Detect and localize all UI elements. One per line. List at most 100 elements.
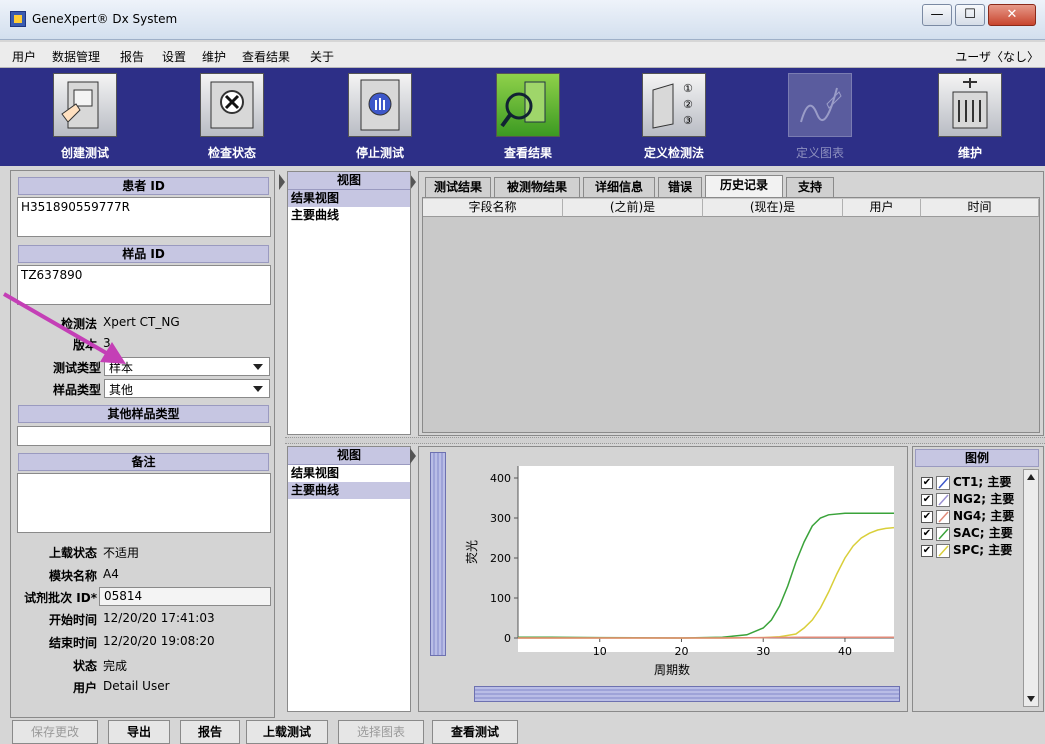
tab-support[interactable]: 支持 (786, 177, 834, 197)
upload-status-value: 不适用 (103, 546, 140, 560)
x-axis-label: 周期数 (654, 662, 690, 677)
app-logo-icon (10, 11, 26, 27)
create-test-icon (53, 73, 117, 137)
column-header-before[interactable]: (之前)是 (563, 199, 703, 217)
menu-data-management[interactable]: 数据管理 (52, 48, 100, 65)
end-time-value: 12/20/20 19:08:20 (103, 634, 215, 648)
menu-user[interactable]: 用户 (12, 48, 36, 65)
tab-test-results[interactable]: 测试结果 (425, 177, 491, 197)
legend-label: NG4; 主要 (953, 509, 1015, 523)
module-name-value: A4 (103, 567, 119, 581)
chevron-down-icon (253, 364, 263, 370)
save-changes-button: 保存更改 (12, 720, 98, 744)
svg-text:③: ③ (683, 114, 693, 127)
view-item-primary-curve[interactable]: 主要曲线 (288, 207, 410, 224)
view-item-primary-curve[interactable]: 主要曲线 (288, 482, 410, 499)
report-button[interactable]: 报告 (180, 720, 240, 744)
end-time-label: 结束时间 (48, 636, 97, 650)
collapse-handle-icon[interactable] (279, 174, 285, 190)
maintenance-button[interactable]: 维护 (910, 68, 1030, 166)
y-tick-label: 400 (490, 472, 511, 485)
menu-reports[interactable]: 报告 (120, 48, 144, 65)
other-sample-type-field[interactable] (17, 426, 271, 446)
reagent-lot-field: 05814 (99, 587, 271, 606)
menu-view-results[interactable]: 查看结果 (242, 48, 290, 65)
tool-label-view-results: 查看结果 (503, 146, 552, 160)
chevron-down-icon (253, 386, 263, 392)
scroll-down-icon[interactable] (1027, 696, 1035, 702)
plot-area (518, 466, 894, 652)
start-time-label: 开始时间 (48, 613, 97, 627)
export-button[interactable]: 导出 (108, 720, 170, 744)
tab-history[interactable]: 历史记录 (705, 175, 783, 197)
tool-label-stop-test: 停止测试 (355, 146, 404, 160)
legend-checkbox[interactable]: ✔ (921, 544, 933, 557)
legend-scrollbar[interactable] (1023, 469, 1039, 707)
create-test-button[interactable]: 创建测试 (25, 68, 145, 166)
view-item-results[interactable]: 结果视图 (288, 190, 410, 207)
define-graph-icon (788, 73, 852, 137)
legend-label: NG2; 主要 (953, 492, 1015, 506)
tab-detail[interactable]: 详细信息 (583, 177, 655, 197)
status-label: 状态 (72, 659, 97, 673)
user-value: Detail User (103, 679, 170, 693)
maintenance-icon (938, 73, 1002, 137)
stop-test-button[interactable]: 停止测试 (320, 68, 440, 166)
check-status-button[interactable]: 检查状态 (172, 68, 292, 166)
split-divider[interactable] (285, 437, 1045, 444)
view-results-button[interactable]: 查看结果 (468, 68, 588, 166)
horizontal-zoom-slider[interactable] (474, 686, 900, 702)
define-assay-button[interactable]: ① ② ③ 定义检测法 (614, 68, 734, 166)
legend-checkbox[interactable]: ✔ (921, 476, 933, 489)
menu-settings[interactable]: 设置 (162, 48, 186, 65)
current-user-text: ユーザ〈なし〉 (955, 50, 1039, 64)
sample-type-value: 其他 (109, 383, 134, 397)
x-tick-label: 20 (674, 645, 688, 658)
menu-about[interactable]: 关于 (310, 48, 334, 65)
close-button[interactable]: ✕ (988, 4, 1036, 26)
scroll-up-icon[interactable] (1027, 474, 1035, 480)
column-header-field-name[interactable]: 字段名称 (423, 199, 563, 217)
legend-panel: 图例 ✔ CT1; 主要 ✔ NG2; 主要 ✔ NG4; 主要 ✔ SAC; 主要 ✔ SPC;… (912, 446, 1044, 712)
minimize-button[interactable]: — (922, 4, 952, 26)
toolbar: 创建测试 检查状态 停止测试 查看结果 ① ② ③ 定义检测法 定义图表 维护 (0, 68, 1045, 166)
view-test-button[interactable]: 查看测试 (432, 720, 518, 744)
column-header-time[interactable]: 时间 (921, 199, 1039, 217)
legend-swatch-icon (936, 492, 950, 507)
view-list-top: 视图 结果视图 主要曲线 (287, 171, 411, 435)
patient-id-field[interactable]: H351890559777R (17, 197, 271, 237)
column-header-user[interactable]: 用户 (843, 199, 921, 217)
x-tick-label: 30 (756, 645, 770, 658)
fluorescence-chart: 0 100 200 300 400 10 20 30 40 周期数 荧光 (465, 466, 895, 677)
tab-errors[interactable]: 错误 (658, 177, 702, 197)
legend-item: ✔ SPC; 主要 (921, 541, 1012, 558)
define-assay-icon: ① ② ③ (642, 73, 706, 137)
collapse-handle-icon[interactable] (410, 448, 416, 464)
legend-item: ✔ SAC; 主要 (921, 524, 1013, 541)
tab-analyte-results[interactable]: 被测物结果 (494, 177, 580, 197)
upload-test-button[interactable]: 上载测试 (246, 720, 328, 744)
patient-id-header: 患者 ID (18, 177, 269, 195)
legend-checkbox[interactable]: ✔ (921, 493, 933, 506)
view-item-results[interactable]: 结果视图 (288, 465, 410, 482)
y-tick-label: 0 (504, 632, 511, 645)
legend-checkbox[interactable]: ✔ (921, 510, 933, 523)
menu-bar: 用户 数据管理 报告 设置 维护 查看结果 关于 ユーザ〈なし〉 (0, 42, 1045, 68)
maximize-button[interactable]: ☐ (955, 4, 985, 26)
sample-type-select[interactable]: 其他 (104, 379, 270, 398)
vertical-zoom-slider[interactable] (430, 452, 446, 656)
notes-field[interactable] (17, 473, 271, 533)
tool-label-define-assay: 定义检测法 (643, 146, 704, 160)
column-header-after[interactable]: (现在)是 (703, 199, 843, 217)
notes-header: 备注 (18, 453, 269, 471)
title-bar: GeneXpert® Dx System — ☐ ✕ (0, 0, 1045, 40)
view-list-bottom: 视图 结果视图 主要曲线 (287, 446, 411, 712)
legend-swatch-icon (936, 543, 950, 558)
legend-checkbox[interactable]: ✔ (921, 527, 933, 540)
series-line-ng4 (518, 636, 894, 639)
tool-label-define-graph: 定义图表 (795, 146, 844, 160)
y-tick-label: 100 (490, 592, 511, 605)
menu-maintenance[interactable]: 维护 (202, 48, 226, 65)
view-list-header: 视图 (288, 447, 410, 465)
module-name-label: 模块名称 (48, 569, 97, 583)
